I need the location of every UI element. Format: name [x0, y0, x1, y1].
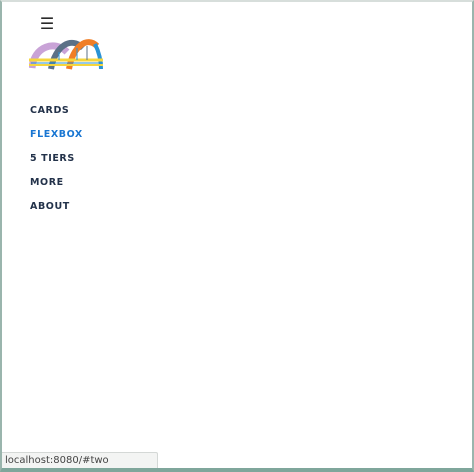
- main-navigation: CARDS FLEXBOX 5 TIERS MORE ABOUT: [30, 103, 83, 214]
- nav-item-more[interactable]: MORE: [30, 175, 83, 190]
- status-bar-url: localhost:8080/#two: [2, 452, 158, 468]
- nav-item-5-tiers[interactable]: 5 TIERS: [30, 151, 83, 166]
- hamburger-menu-icon[interactable]: ☰: [38, 14, 56, 34]
- browser-viewport: ☰ CARDS FLEXBOX 5 TIERS MORE ABOUT local…: [0, 0, 474, 472]
- nav-item-flexbox[interactable]: FLEXBOX: [30, 127, 83, 142]
- nav-item-cards[interactable]: CARDS: [30, 103, 83, 118]
- nav-item-about[interactable]: ABOUT: [30, 199, 83, 214]
- bridge-logo-icon[interactable]: [28, 38, 103, 70]
